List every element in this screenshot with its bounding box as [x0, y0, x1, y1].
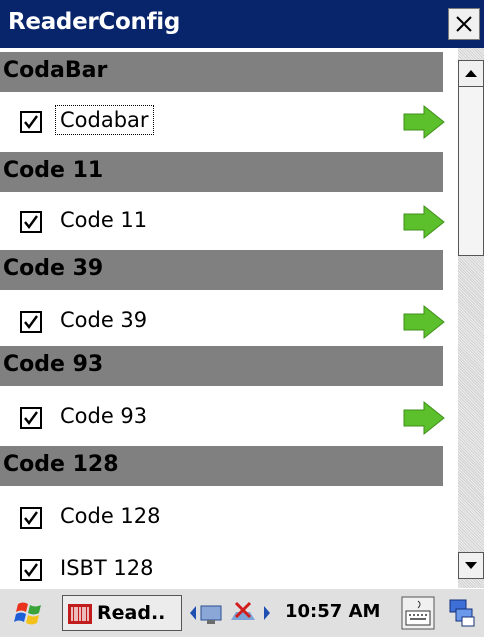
checkbox[interactable]: [20, 311, 42, 333]
section-header-code128: Code 128: [0, 446, 443, 486]
scroll-down-button[interactable]: [458, 552, 484, 579]
close-icon: [456, 16, 472, 32]
network-icon[interactable]: [198, 598, 228, 628]
checkmark-icon: [24, 411, 38, 425]
window-title: ReaderConfig: [8, 9, 181, 35]
checkbox[interactable]: [20, 559, 42, 581]
start-windows-icon[interactable]: [14, 598, 46, 628]
checkbox[interactable]: [20, 507, 42, 529]
symbology-list: CodaBar Codabar Code 11 Code 11 Code 39 …: [0, 48, 458, 588]
item-label: Code 11: [60, 208, 148, 232]
section-header-code39: Code 39: [0, 250, 443, 290]
vertical-scrollbar[interactable]: [458, 48, 484, 588]
checkmark-icon: [24, 215, 38, 229]
checkmark-icon: [24, 511, 38, 525]
keyboard-icon[interactable]: [400, 595, 436, 631]
list-item[interactable]: Code 39: [0, 296, 458, 348]
taskbar: Read.. 10:57 AM: [0, 588, 484, 637]
taskbar-task-button[interactable]: Read..: [62, 595, 182, 631]
taskbar-task-label: Read..: [97, 602, 166, 624]
list-item[interactable]: ISBT 128: [0, 544, 458, 588]
scroll-up-button[interactable]: [458, 60, 484, 87]
arrow-down-icon: [465, 562, 477, 569]
item-label: Code 128: [60, 504, 161, 528]
list-item[interactable]: Codabar: [0, 96, 458, 148]
arrow-right-icon[interactable]: [402, 400, 446, 436]
arrow-up-icon: [465, 70, 477, 77]
item-label: ISBT 128: [60, 556, 154, 580]
scroll-left-icon[interactable]: [188, 603, 198, 623]
list-item[interactable]: Code 11: [0, 196, 458, 248]
checkmark-icon: [24, 563, 38, 577]
arrow-right-icon[interactable]: [402, 304, 446, 340]
scrollbar-thumb[interactable]: [458, 86, 484, 256]
list-item[interactable]: Code 128: [0, 492, 458, 544]
close-button[interactable]: [448, 8, 480, 40]
arrow-right-icon[interactable]: [402, 104, 446, 140]
item-label: Code 39: [60, 308, 148, 332]
title-bar: ReaderConfig: [0, 0, 484, 48]
item-label: Code 93: [60, 404, 148, 428]
section-header-code93: Code 93: [0, 346, 443, 386]
arrow-right-icon[interactable]: [402, 204, 446, 240]
list-item[interactable]: Code 93: [0, 392, 458, 444]
taskbar-clock[interactable]: 10:57 AM: [285, 601, 380, 622]
scroll-right-icon[interactable]: [262, 603, 272, 623]
barcode-icon: [68, 604, 92, 624]
checkmark-icon: [24, 115, 38, 129]
disconnected-icon[interactable]: [228, 598, 258, 628]
checkbox[interactable]: [20, 111, 42, 133]
checkbox[interactable]: [20, 211, 42, 233]
item-label: Codabar: [55, 105, 154, 135]
checkmark-icon: [24, 315, 38, 329]
section-header-code11: Code 11: [0, 152, 443, 192]
checkbox[interactable]: [20, 407, 42, 429]
switch-windows-icon[interactable]: [448, 597, 476, 629]
section-header-codabar: CodaBar: [0, 52, 443, 92]
